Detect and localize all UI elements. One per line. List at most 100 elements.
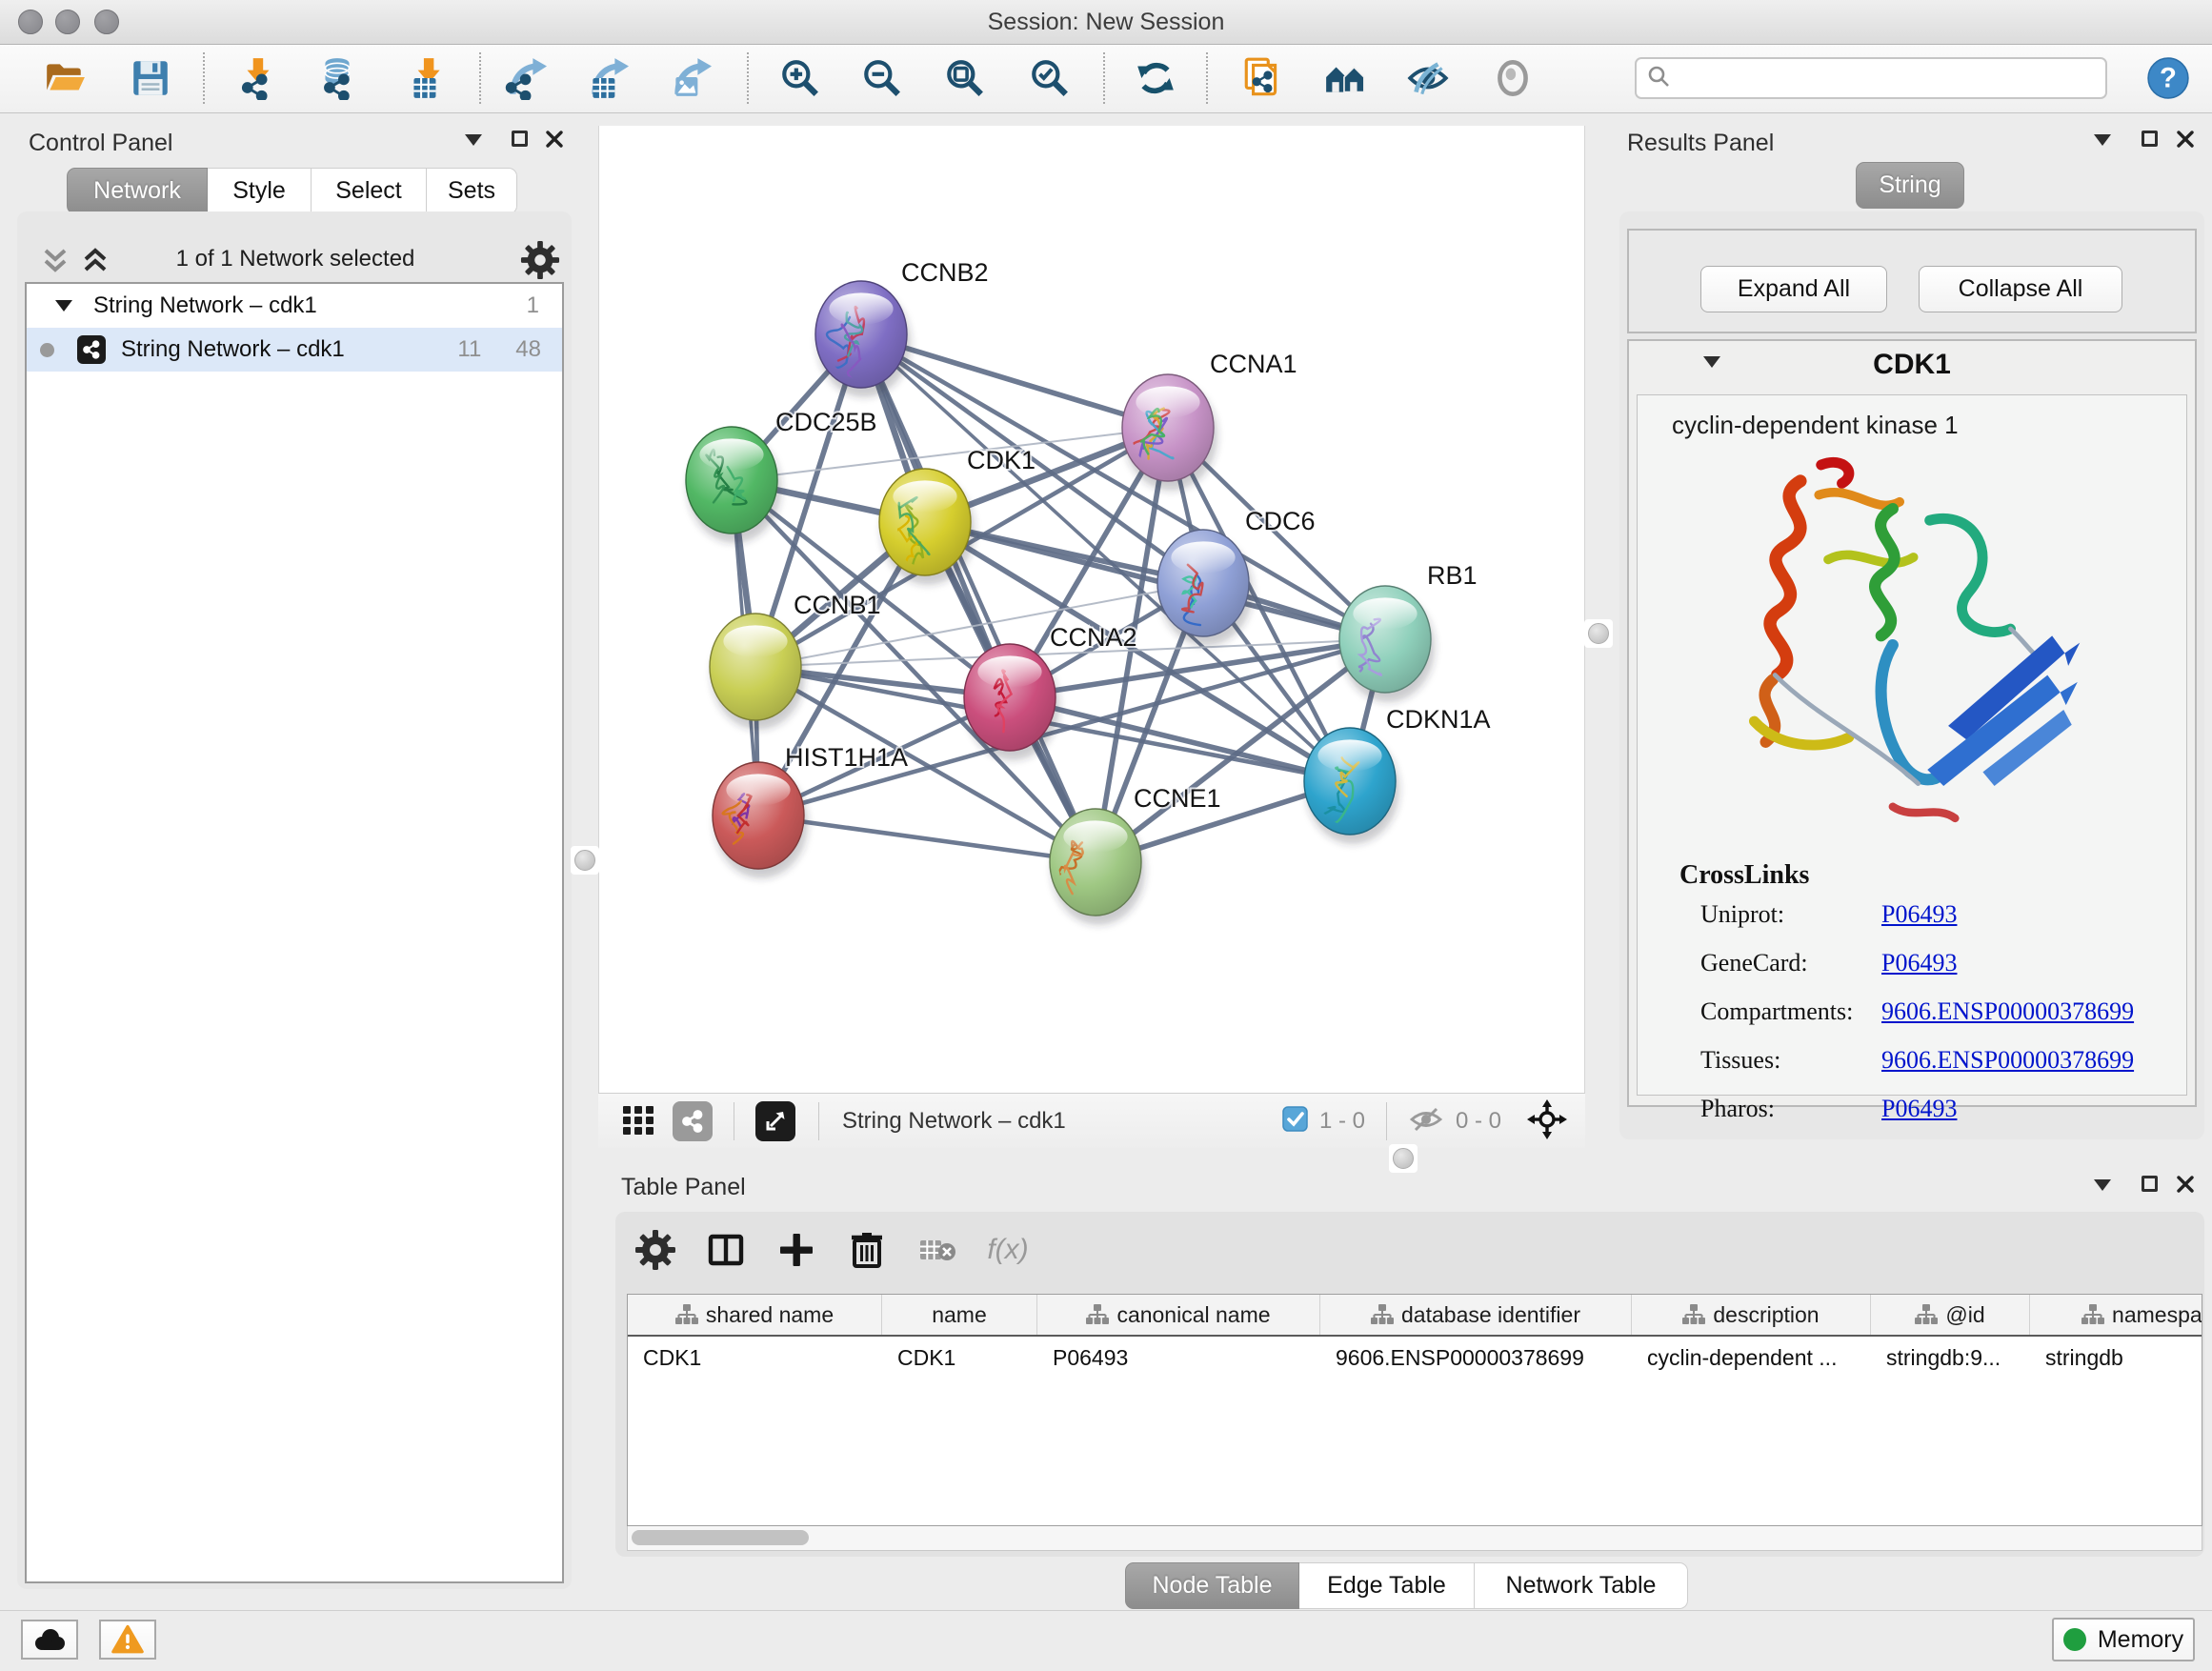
search-box[interactable] <box>1635 57 2107 99</box>
network-row-selected[interactable]: String Network – cdk1 11 48 <box>27 328 562 372</box>
open-session-button[interactable] <box>38 51 91 105</box>
table-panel-float-icon[interactable] <box>2142 1176 2158 1192</box>
table-cell[interactable]: P06493 <box>1037 1345 1320 1371</box>
tab-edge-table[interactable]: Edge Table <box>1299 1562 1475 1609</box>
zoom-in-button[interactable] <box>774 51 827 105</box>
node-table[interactable]: shared namenamecanonical namedatabase id… <box>627 1294 2202 1526</box>
tab-select[interactable]: Select <box>312 168 427 214</box>
crosslink-value[interactable]: P06493 <box>1881 900 1957 929</box>
network-canvas[interactable]: CCNB2CCNA1CDC25BCDK1CDC6RB1CCNB1CCNA2CDK… <box>598 126 1585 1093</box>
collection-expander-icon[interactable] <box>55 300 72 312</box>
results-panel-menu-icon[interactable] <box>2094 134 2111 146</box>
right-splitter[interactable] <box>1585 126 1612 1148</box>
table-mode-button[interactable] <box>634 1229 676 1276</box>
table-row[interactable]: CDK1CDK1P064939606.ENSP00000378699cyclin… <box>628 1337 2202 1379</box>
refresh-view-button[interactable] <box>1129 51 1182 105</box>
tab-node-table[interactable]: Node Table <box>1125 1562 1299 1609</box>
hidden-eye-slash-icon[interactable] <box>1408 1105 1444 1138</box>
tab-style[interactable]: Style <box>208 168 312 214</box>
zoom-fit-button[interactable] <box>938 51 992 105</box>
new-network-from-selection-button[interactable] <box>1236 51 1289 105</box>
delete-table-button[interactable] <box>916 1229 958 1276</box>
crosslink-value[interactable]: 9606.ENSP00000378699 <box>1881 997 2134 1026</box>
edge-CCNB2-CCNE1[interactable] <box>861 334 1096 862</box>
delete-columns-button[interactable] <box>846 1229 888 1276</box>
zoom-out-button[interactable] <box>855 51 909 105</box>
show-hide-columns-button[interactable] <box>705 1229 747 1276</box>
birds-eye-toggle-icon[interactable] <box>1526 1098 1568 1145</box>
node-CDK1[interactable] <box>879 469 975 585</box>
table-cell[interactable]: CDK1 <box>882 1345 1037 1371</box>
network-options-gear-icon[interactable] <box>520 240 560 285</box>
selected-checkbox-icon[interactable] <box>1282 1106 1308 1137</box>
node-CDKN1A[interactable] <box>1304 728 1399 844</box>
table-cell[interactable]: cyclin-dependent ... <box>1632 1345 1871 1371</box>
column-header-database-identifier[interactable]: database identifier <box>1320 1295 1632 1335</box>
node-CCNA2[interactable] <box>964 644 1059 760</box>
expand-all-networks-icon[interactable] <box>78 248 112 281</box>
table-cell[interactable]: 9606.ENSP00000378699 <box>1320 1345 1632 1371</box>
cloud-status-button[interactable] <box>21 1620 78 1660</box>
search-input[interactable] <box>1679 65 2096 91</box>
show-all-button[interactable] <box>1486 51 1539 105</box>
view-grid-icon[interactable] <box>619 1100 657 1143</box>
results-panel-float-icon[interactable] <box>2142 131 2158 147</box>
node-CCNB2[interactable] <box>815 281 911 397</box>
table-cell[interactable]: stringdb <box>2030 1345 2202 1371</box>
export-network-button[interactable] <box>498 51 552 105</box>
node-CCNA1[interactable] <box>1122 374 1217 491</box>
help-button[interactable]: ? <box>2142 51 2195 105</box>
zoom-selected-button[interactable] <box>1023 51 1076 105</box>
control-panel-float-icon[interactable] <box>512 131 528 147</box>
control-panel-close-icon[interactable] <box>545 130 564 153</box>
left-splitter-handle[interactable] <box>571 846 599 875</box>
tab-network-table[interactable]: Network Table <box>1475 1562 1688 1609</box>
column-header-name[interactable]: name <box>882 1295 1037 1335</box>
tab-network[interactable]: Network <box>67 168 208 214</box>
table-cell[interactable]: stringdb:9... <box>1871 1345 2030 1371</box>
crosslink-value[interactable]: P06493 <box>1881 1095 1957 1123</box>
detach-view-icon[interactable] <box>755 1101 795 1141</box>
import-network-database-button[interactable] <box>311 51 364 105</box>
control-panel-menu-icon[interactable] <box>465 134 482 146</box>
memory-button[interactable]: Memory <box>2052 1618 2195 1661</box>
first-neighbors-button[interactable] <box>1318 51 1372 105</box>
table-cell[interactable]: CDK1 <box>628 1345 882 1371</box>
bottom-splitter[interactable] <box>598 1148 2212 1170</box>
column-header-shared-name[interactable]: shared name <box>628 1295 882 1335</box>
export-table-button[interactable] <box>580 51 633 105</box>
import-table-file-button[interactable] <box>399 51 452 105</box>
collapse-all-button[interactable]: Collapse All <box>1919 266 2122 312</box>
crosslink-value[interactable]: 9606.ENSP00000378699 <box>1881 1046 2134 1075</box>
network-collection-row[interactable]: String Network – cdk1 1 <box>27 284 562 328</box>
view-share-icon[interactable] <box>673 1101 713 1141</box>
node-HIST1H1A[interactable] <box>713 762 808 878</box>
column-header--id[interactable]: @id <box>1871 1295 2030 1335</box>
network-graph[interactable]: CCNB2CCNA1CDC25BCDK1CDC6RB1CCNB1CCNA2CDK… <box>599 126 1584 1093</box>
create-column-button[interactable] <box>775 1229 817 1276</box>
warnings-button[interactable] <box>99 1620 156 1660</box>
node-CCNE1[interactable] <box>1050 809 1145 925</box>
table-panel-menu-icon[interactable] <box>2094 1179 2111 1191</box>
edge-HIST1H1A-CCNE1[interactable] <box>758 815 1096 862</box>
bottom-splitter-handle[interactable] <box>1389 1144 1418 1173</box>
table-panel-close-icon[interactable] <box>2176 1175 2195 1198</box>
import-network-file-button[interactable] <box>232 51 286 105</box>
column-header-description[interactable]: description <box>1632 1295 1871 1335</box>
export-image-button[interactable] <box>663 51 716 105</box>
left-splitter[interactable] <box>572 126 598 1148</box>
hide-selected-button[interactable] <box>1401 51 1455 105</box>
table-hscrollbar[interactable] <box>627 1526 2202 1551</box>
node-RB1[interactable] <box>1339 586 1435 702</box>
tab-string[interactable]: String <box>1856 162 1964 209</box>
column-header-canonical-name[interactable]: canonical name <box>1037 1295 1320 1335</box>
column-header-namespace[interactable]: namespace <box>2030 1295 2202 1335</box>
node-CCNB1[interactable] <box>710 614 805 730</box>
save-session-button[interactable] <box>124 51 177 105</box>
right-splitter-handle[interactable] <box>1584 619 1613 648</box>
collapse-all-networks-icon[interactable] <box>38 248 72 281</box>
table-hscrollbar-thumb[interactable] <box>632 1530 809 1545</box>
expand-all-button[interactable]: Expand All <box>1700 266 1887 312</box>
results-panel-close-icon[interactable] <box>2176 130 2195 153</box>
function-builder-button[interactable]: f(x) <box>987 1229 1029 1276</box>
